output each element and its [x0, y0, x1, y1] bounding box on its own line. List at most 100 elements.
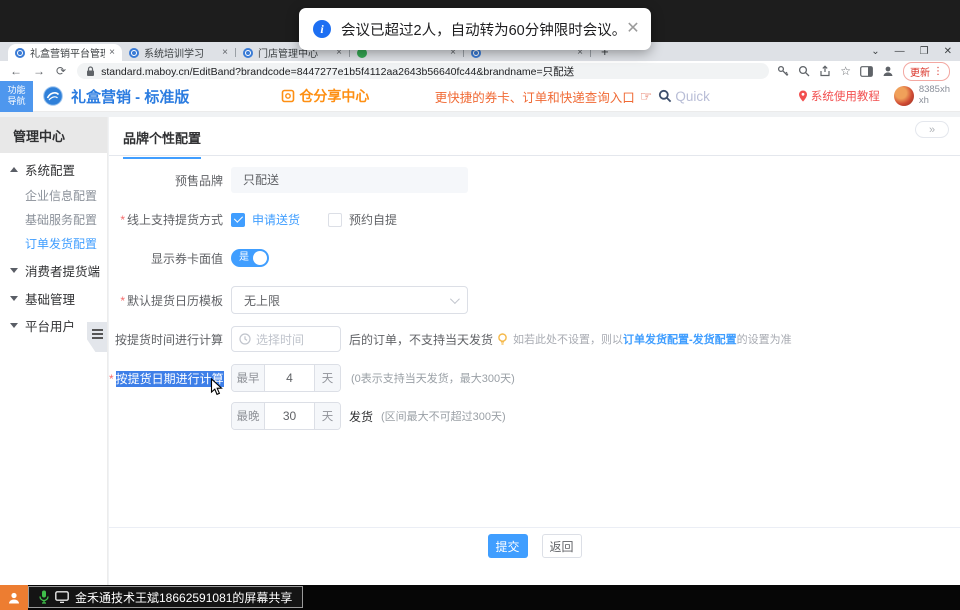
required-asterisk: * [120, 294, 125, 308]
window-maximize-icon[interactable]: ❐ [920, 46, 929, 57]
brand-input[interactable]: 只配送 [231, 167, 468, 193]
magnifier-icon [658, 89, 672, 103]
earliest-hint: (0表示支持当天发货，最大300天) [351, 370, 515, 386]
function-nav-button[interactable]: 功能 导航 [0, 81, 33, 112]
back-icon[interactable]: ← [10, 65, 22, 77]
checkbox-selfpickup[interactable] [328, 213, 342, 227]
time-placeholder: 选择时间 [256, 331, 304, 348]
latest-days-input[interactable]: 最晚 30 天 [231, 402, 341, 430]
tip-link[interactable]: 订单发货配置-发货配置 [623, 331, 737, 347]
quick-entry-link[interactable]: 更快捷的券卡、订单和快递查询入口 [435, 87, 635, 106]
sidebar-group-basic-mgmt[interactable]: 基础管理 [0, 289, 107, 307]
form-row-methods: *线上支持提货方式 申请送货 预约自提 [109, 211, 397, 228]
tip-prefix: 如若此处不设置，则以 [513, 331, 623, 347]
earliest-days-input[interactable]: 最早 4 天 [231, 364, 341, 392]
tutorial-label: 系统使用教程 [811, 88, 880, 104]
bulb-icon [497, 333, 508, 346]
chevron-down-icon [450, 294, 460, 304]
warehouse-icon [281, 89, 295, 103]
sidebar-group-consumer[interactable]: 消费者提货端 [0, 261, 107, 279]
warehouse-share-center-link[interactable]: 仓分享中心 [281, 86, 369, 106]
share-text: 金禾通技术王斌18662591081的屏幕共享 [75, 589, 292, 606]
field-label: 按提货时间进行计算 [109, 331, 223, 348]
submit-button[interactable]: 提交 [488, 534, 528, 558]
person-icon [7, 591, 21, 605]
required-asterisk: * [120, 213, 125, 227]
form-row-latest: 最晚 30 天 发货 (区间最大不可超过300天) [109, 402, 506, 430]
select-value: 无上限 [244, 292, 280, 309]
checkbox-label-delivery[interactable]: 申请送货 [252, 211, 300, 228]
sidebar-item-basic-service[interactable]: 基础服务配置 [25, 210, 97, 228]
window-minimize-icon[interactable]: — [895, 46, 905, 57]
window-close-icon[interactable]: ✕ [944, 46, 952, 57]
microphone-icon [39, 590, 49, 604]
triangle-down-icon [10, 296, 18, 301]
checkbox-label-selfpickup[interactable]: 预约自提 [349, 211, 397, 228]
lock-icon [86, 66, 95, 77]
content-tab-bar: 品牌个性配置 » [109, 117, 960, 156]
key-icon[interactable] [777, 65, 789, 77]
toast-text: 会议已超过2人，自动转为60分钟限时会议。 [341, 19, 626, 40]
tab-close-icon[interactable]: × [222, 48, 228, 58]
form-row-bytime: 按提货时间进行计算 选择时间 后的订单，不支持当天发货 [109, 326, 493, 352]
face-value-toggle[interactable]: 是 [231, 249, 269, 267]
nav-label-line1: 功能 [7, 85, 25, 96]
forward-icon[interactable]: → [33, 65, 45, 77]
earliest-days-value[interactable]: 4 [265, 365, 314, 391]
sidebar-group-label: 基础管理 [25, 289, 75, 308]
browser-tab[interactable]: 系统培训学习 × [122, 44, 235, 61]
location-pin-icon [798, 90, 808, 102]
settings-tip: 如若此处不设置，则以订单发货配置-发货配置的设置为准 [497, 331, 792, 347]
tab-title: 礼盒营销平台管理中心 [30, 45, 105, 60]
sidebar-group-system-config[interactable]: 系统配置 [0, 160, 107, 178]
input-unit: 天 [314, 365, 340, 391]
time-picker-input[interactable]: 选择时间 [231, 326, 341, 352]
collapse-right-button[interactable]: » [915, 121, 949, 138]
browser-url-bar: ← → ⟳ standard.maboy.cn/EditBand?brandco… [0, 61, 960, 81]
tutorial-link[interactable]: 系统使用教程 [798, 88, 880, 104]
quick-search-button[interactable]: Quick [658, 89, 710, 104]
sidebar-group-label: 平台用户 [25, 316, 75, 335]
profile-icon[interactable] [882, 65, 894, 77]
sidebar-item-order-shipping[interactable]: 订单发货配置 [25, 234, 97, 252]
triangle-up-icon [10, 167, 18, 172]
field-label: 预售品牌 [109, 172, 223, 189]
bookmark-star-icon[interactable]: ☆ [840, 65, 851, 77]
toast-close-icon[interactable]: ✕ [626, 21, 639, 37]
input-unit: 天 [314, 403, 340, 429]
window-menu-icon[interactable]: ⌄ [871, 46, 879, 57]
sidebar-item-enterprise-info[interactable]: 企业信息配置 [25, 186, 97, 204]
pointing-hand-icon: ☞ [640, 88, 653, 105]
meeting-toast: i 会议已超过2人，自动转为60分钟限时会议。 ✕ [299, 8, 651, 50]
tab-favicon [243, 48, 253, 58]
calendar-template-select[interactable]: 无上限 [231, 286, 468, 314]
browser-tab-active[interactable]: 礼盒营销平台管理中心 × [8, 44, 122, 61]
tab-brand-config[interactable]: 品牌个性配置 [123, 128, 201, 159]
content-panel: 品牌个性配置 » 预售品牌 只配送 *线上支持提货方式 申请送货 预约自提 [109, 117, 960, 585]
side-panel-icon[interactable] [860, 66, 873, 77]
update-label: 更新 [910, 64, 930, 79]
form-row-facevalue: 显示券卡面值 是 [109, 249, 269, 267]
zoom-icon[interactable] [798, 65, 810, 77]
time-suffix-text: 后的订单，不支持当天发货 [349, 331, 493, 348]
form-row-calendar: *默认提货日历模板 无上限 [109, 286, 468, 314]
toggle-knob [253, 251, 267, 265]
checkbox-delivery-checked[interactable] [231, 213, 245, 227]
sidebar-title: 管理中心 [0, 117, 107, 153]
address-bar[interactable]: standard.maboy.cn/EditBand?brandcode=844… [77, 63, 769, 79]
triangle-down-icon [10, 323, 18, 328]
required-asterisk: * [109, 372, 114, 386]
reload-icon[interactable]: ⟳ [56, 65, 66, 77]
app-header: 功能 导航 礼盒营销 - 标准版 仓分享中心 更快捷的券卡、订单和快递查询入口 … [0, 81, 960, 112]
share-icon[interactable] [819, 65, 831, 77]
selected-label-text: 按提货日期进行计算 [116, 371, 224, 387]
info-icon: i [313, 20, 331, 38]
tab-close-icon[interactable]: × [109, 48, 115, 58]
browser-update-button[interactable]: 更新 ⋮ [903, 62, 950, 81]
sidebar-collapse-handle[interactable] [87, 322, 107, 352]
user-avatar[interactable] [894, 86, 914, 106]
latest-days-value[interactable]: 30 [265, 403, 314, 429]
back-button[interactable]: 返回 [542, 534, 582, 558]
sidebar-group-label: 消费者提货端 [25, 261, 100, 280]
kebab-menu-icon[interactable]: ⋮ [933, 66, 943, 77]
